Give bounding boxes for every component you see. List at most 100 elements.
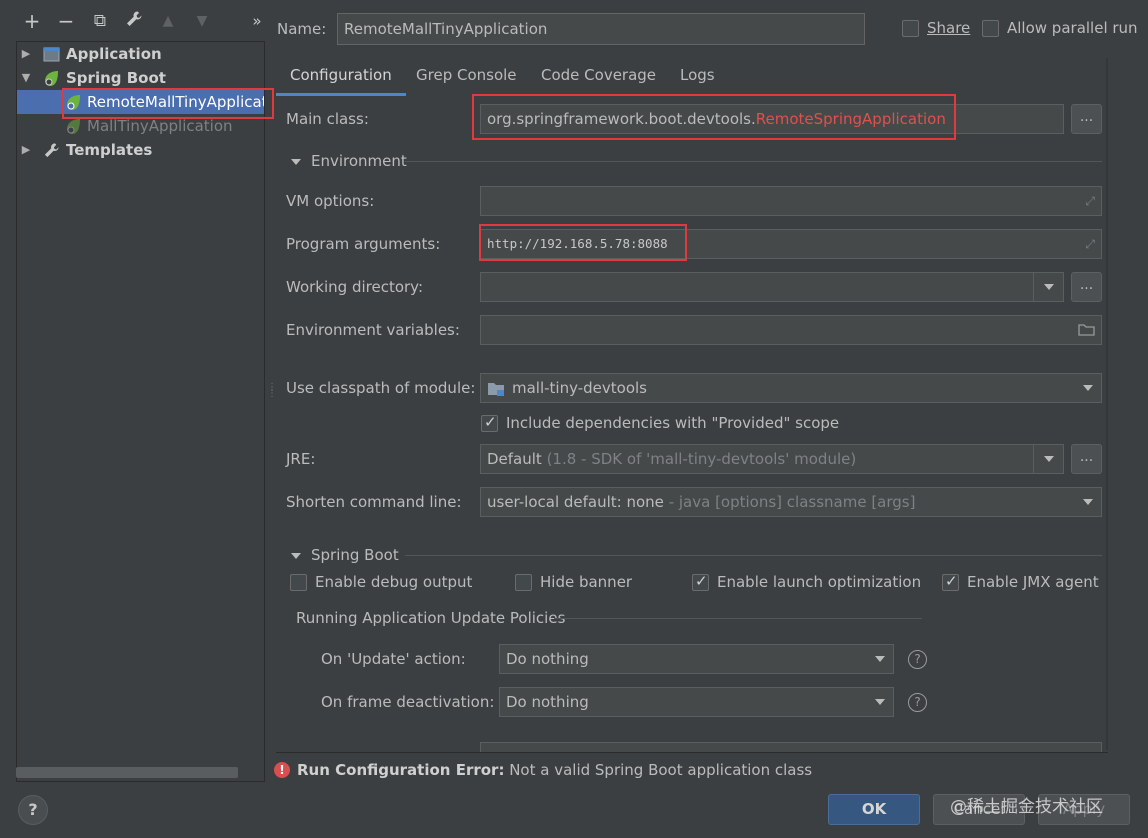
parallel-run-checkbox[interactable] [982,20,999,37]
expand-arrow-icon[interactable]: ▶ [20,42,32,66]
on-update-label: On 'Update' action: [321,650,466,668]
chevron-down-icon[interactable] [1044,284,1054,290]
expand-arrow-icon[interactable]: ▶ [20,138,32,162]
tree-item-label: RemoteMallTinyApplicat [87,93,264,111]
vm-options-input[interactable]: ⤢ [480,186,1102,216]
program-arguments-label: Program arguments: [286,235,441,253]
name-input[interactable]: RemoteMallTinyApplication [337,13,865,45]
classpath-module-select[interactable]: mall-tiny-devtools [480,373,1102,403]
main-class-input[interactable]: org.springframework.boot.devtools.Remote… [480,104,1064,134]
on-frame-select[interactable]: Do nothing [499,687,894,717]
wrench-icon [44,143,59,158]
wrench-icon[interactable] [123,10,145,32]
spring-boot-icon [67,95,80,110]
shorten-command-select[interactable]: user-local default: none - java [options… [480,487,1102,517]
on-frame-label: On frame deactivation: [321,693,495,711]
tree-item-remote-mall-tiny[interactable]: RemoteMallTinyApplicat [17,90,264,114]
chevron-down-icon [875,656,885,662]
on-update-select[interactable]: Do nothing [499,644,894,674]
move-down-icon[interactable]: ▼ [191,10,213,32]
watermark: @稀土掘金技术社区 [950,797,1103,817]
tab-grep-console[interactable]: Grep Console [402,58,531,96]
spring-boot-icon [45,71,58,86]
divider [276,752,1108,753]
tree-item-label: Spring Boot [66,69,166,87]
browse-main-class-button[interactable]: ... [1071,104,1102,134]
browse-jre-button[interactable]: ... [1071,444,1102,474]
module-folder-icon [488,383,504,396]
debug-output-label: Enable debug output [315,573,473,591]
help-button[interactable]: ? [18,795,48,825]
partial-field [480,742,1102,752]
tree-item-label: Application [66,45,162,63]
name-label: Name: [277,20,327,38]
move-up-icon[interactable]: ▲ [157,10,179,32]
tab-code-coverage[interactable]: Code Coverage [527,58,670,96]
add-icon[interactable]: + [21,10,43,32]
tree-horizontal-scrollbar[interactable] [16,767,238,778]
chevron-down-icon[interactable] [1044,456,1054,462]
chevron-down-icon [875,699,885,705]
tab-configuration[interactable]: Configuration [276,58,406,96]
divider [405,161,1102,162]
include-dependencies-checkbox[interactable] [481,413,498,432]
ok-button[interactable]: OK [828,794,920,825]
spring-boot-icon [67,119,80,134]
parallel-run-label: Allow parallel run [1007,19,1138,37]
configuration-tree: ▶ Application ▼ Spring Boot RemoteMallTi… [16,41,265,782]
launch-optimization-label: Enable launch optimization [717,573,922,591]
collapse-arrow-icon [291,552,301,559]
vm-options-label: VM options: [286,192,375,210]
expand-icon[interactable]: ⤢ [1085,194,1095,209]
jmx-agent-label: Enable JMX agent [967,573,1099,591]
divider [405,555,1102,556]
more-icon[interactable]: » [246,10,268,32]
jre-label: JRE: [286,450,316,468]
tab-bar: Configuration Grep Console Code Coverage… [276,58,1100,96]
application-icon [43,47,60,62]
left-toolbar: + − ⧉ ▲ ▼ » [0,0,270,44]
expand-icon[interactable]: ⤢ [1085,237,1095,252]
share-checkbox[interactable] [902,20,919,37]
debug-output-checkbox[interactable] [290,574,307,591]
environment-section[interactable]: Environment [291,152,407,170]
launch-optimization-checkbox[interactable] [692,572,709,591]
working-directory-label: Working directory: [286,278,424,296]
chevron-down-icon [1083,385,1093,391]
classpath-label: Use classpath of module: [286,379,476,397]
help-icon[interactable]: ? [908,650,927,669]
help-icon[interactable]: ? [908,693,927,712]
tree-item-spring-boot[interactable]: ▼ Spring Boot [17,66,264,90]
tree-item-mall-tiny[interactable]: MallTinyApplication [17,114,264,138]
tree-item-templates[interactable]: ▶ Templates [17,138,264,162]
main-class-label: Main class: [286,110,369,128]
remove-icon[interactable]: − [55,10,77,32]
folder-icon[interactable] [1078,323,1095,336]
shorten-command-label: Shorten command line: [286,493,462,511]
tree-item-application[interactable]: ▶ Application [17,42,264,66]
chevron-down-icon [1083,499,1093,505]
spring-boot-section[interactable]: Spring Boot [291,546,399,564]
collapse-arrow-icon[interactable]: ▼ [20,66,32,90]
splitter-handle[interactable]: ⋮ ⋮ [267,383,277,405]
jre-combo[interactable]: Default (1.8 - SDK of 'mall-tiny-devtool… [480,444,1064,474]
divider [554,618,922,619]
error-icon: ! [274,762,290,778]
working-directory-combo[interactable] [480,272,1064,302]
collapse-arrow-icon [291,158,301,165]
jmx-agent-checkbox[interactable] [942,572,959,591]
tab-logs[interactable]: Logs [666,58,729,96]
panel-scrollbar[interactable] [1106,58,1108,750]
program-arguments-input[interactable]: http://192.168.5.78:8088 ⤢ [480,229,1102,259]
browse-working-dir-button[interactable]: ... [1071,272,1102,302]
include-dependencies-label: Include dependencies with "Provided" sco… [506,414,840,432]
environment-variables-input[interactable] [480,315,1102,345]
copy-icon[interactable]: ⧉ [89,10,111,32]
tree-item-label: MallTinyApplication [87,117,233,135]
environment-variables-label: Environment variables: [286,321,460,339]
share-label: Share [927,19,971,37]
update-policies-title: Running Application Update Policies [296,609,566,627]
hide-banner-label: Hide banner [540,573,633,591]
error-message: Run Configuration Error: Not a valid Spr… [297,761,813,779]
hide-banner-checkbox[interactable] [515,574,532,591]
